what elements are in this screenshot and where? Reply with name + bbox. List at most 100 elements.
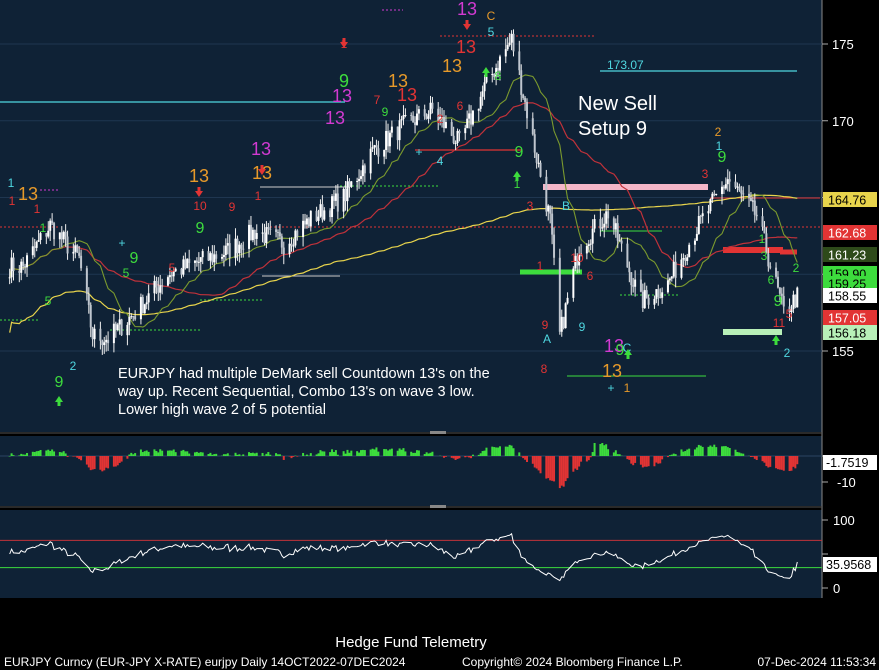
candle-body — [444, 122, 447, 129]
candle-body — [361, 165, 364, 177]
candle-body — [78, 252, 81, 256]
candle-body — [275, 229, 278, 232]
candle-body — [479, 96, 482, 109]
momentum-bar — [336, 454, 339, 456]
candle-body — [688, 244, 691, 258]
momentum-bar — [782, 456, 785, 471]
momentum-bar — [431, 451, 434, 456]
candle-body — [317, 216, 320, 221]
momentum-bar — [184, 451, 187, 456]
candle-body — [410, 115, 413, 117]
setup-9-jul: 9 — [515, 144, 524, 161]
momentum-bar — [562, 456, 565, 487]
demark-small-count-19: 11 — [773, 316, 786, 330]
momentum-bar — [153, 449, 156, 456]
momentum-bar — [197, 452, 200, 456]
momentum-bar — [120, 456, 123, 462]
candle-body — [668, 278, 671, 281]
setup-9-apr: 9 — [339, 71, 349, 91]
momentum-bar — [738, 452, 741, 456]
candle-body — [471, 110, 474, 125]
candle-body — [720, 186, 723, 195]
candle-body — [280, 236, 283, 248]
candle-body — [520, 70, 523, 95]
candle-body — [776, 276, 779, 288]
momentum-bar — [688, 448, 691, 456]
candle-body — [222, 254, 225, 258]
candle-body — [661, 292, 664, 298]
candle-body — [726, 179, 729, 185]
momentum-bar — [454, 456, 457, 460]
momentum-bar — [526, 456, 529, 462]
momentum-bar — [545, 456, 548, 479]
momentum-bar — [535, 456, 538, 469]
momentum-bar — [12, 455, 15, 456]
momentum-bar — [93, 456, 96, 470]
candle-body — [226, 243, 229, 246]
candle-body — [20, 261, 23, 273]
momentum-bar — [60, 452, 63, 456]
demark-small-count-28: 9 — [229, 200, 236, 214]
momentum-bar — [751, 456, 754, 457]
momentum-bar — [728, 448, 731, 456]
momentum-bar — [323, 451, 326, 456]
candle-body — [321, 204, 324, 220]
momentum-bar — [139, 449, 142, 456]
momentum-bar — [711, 446, 714, 456]
countdown-13-nov: 13 — [18, 184, 38, 204]
candle-body — [674, 261, 677, 278]
demark-small-count-0: 1 — [8, 176, 15, 190]
momentum-bar — [410, 451, 413, 456]
candle-body — [170, 275, 173, 277]
momentum-bar — [682, 451, 685, 456]
candle-body — [736, 186, 739, 188]
momentum-bar — [37, 450, 40, 456]
candle-body — [234, 238, 237, 259]
momentum-value-label: -1.7519 — [826, 456, 868, 470]
candle-body — [369, 148, 372, 174]
momentum-bar — [155, 450, 158, 456]
momentum-bar — [234, 452, 237, 456]
momentum-bar — [53, 451, 56, 456]
candle-body — [348, 181, 351, 187]
candle-body — [261, 232, 264, 234]
momentum-bar — [765, 456, 768, 467]
momentum-bar — [107, 456, 110, 469]
momentum-bar — [147, 451, 150, 456]
momentum-bar — [334, 450, 337, 456]
candle-body — [415, 113, 418, 125]
candle-body — [147, 293, 150, 303]
candle-body — [591, 228, 594, 244]
candle-body — [126, 324, 129, 336]
candle-body — [253, 229, 256, 239]
momentum-bar — [275, 453, 278, 456]
momentum-bar — [524, 456, 527, 460]
momentum-bar — [118, 456, 121, 463]
candle-body — [358, 178, 361, 182]
footer-timestamp: 07-Dec-2024 11:53:34 — [757, 655, 876, 669]
momentum-bar — [168, 450, 171, 456]
momentum-bar — [193, 452, 196, 456]
rsi-panel — [0, 510, 822, 598]
momentum-bar — [170, 450, 173, 456]
momentum-bar — [796, 456, 799, 465]
candle-body — [157, 287, 160, 293]
candle-body — [483, 82, 486, 92]
momentum-bar — [103, 456, 106, 471]
momentum-bar — [684, 451, 687, 456]
momentum-bar — [641, 456, 644, 468]
candle-body — [425, 116, 428, 119]
momentum-bar — [788, 456, 791, 472]
momentum-bar — [396, 450, 399, 456]
momentum-bar — [429, 452, 432, 456]
candle-body — [35, 241, 38, 248]
candle-body — [686, 257, 689, 261]
demark-small-count-30: 7 — [374, 93, 381, 107]
candle-body — [748, 193, 751, 198]
momentum-bar — [404, 451, 407, 456]
momentum-bar — [794, 456, 797, 469]
candle-body — [240, 244, 243, 249]
candle-body — [734, 181, 737, 188]
candle-body — [143, 304, 146, 314]
momentum-bar — [599, 444, 602, 456]
